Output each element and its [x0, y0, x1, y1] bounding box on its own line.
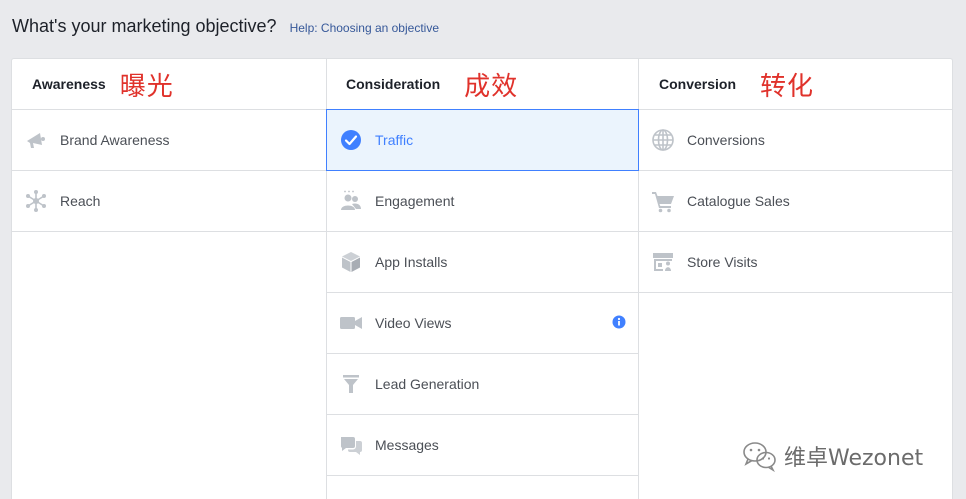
- objective-store-visits[interactable]: Store Visits: [639, 232, 952, 293]
- people-icon: [339, 189, 363, 213]
- objective-label: Lead Generation: [375, 376, 480, 392]
- objective-label: Store Visits: [687, 254, 758, 270]
- column-awareness: Awareness 曝光 Brand Awareness Reach: [12, 59, 326, 499]
- column-conversion: Conversion 转化 Conversions Catalogue Sale…: [639, 59, 952, 499]
- column-header-awareness: Awareness 曝光: [12, 59, 326, 110]
- globe-icon: [651, 128, 675, 152]
- objective-label: Reach: [60, 193, 101, 209]
- objective-label: App Installs: [375, 254, 448, 270]
- objective-label: Traffic: [375, 132, 414, 148]
- column-title: Awareness: [32, 76, 106, 92]
- column-header-conversion: Conversion 转化: [639, 59, 952, 110]
- reach-icon: [24, 189, 48, 213]
- objective-app-installs[interactable]: App Installs: [327, 232, 638, 293]
- objective-label: Catalogue Sales: [687, 193, 790, 209]
- column-title: Conversion: [659, 76, 737, 92]
- cube-icon: [339, 250, 363, 274]
- watermark: 维卓Wezonet: [742, 440, 924, 473]
- objective-messages[interactable]: Messages: [327, 415, 638, 476]
- objective-reach[interactable]: Reach: [12, 171, 326, 232]
- objective-brand-awareness[interactable]: Brand Awareness: [12, 110, 326, 171]
- objective-panel: Awareness 曝光 Brand Awareness Reach Consi…: [11, 58, 953, 499]
- video-camera-icon: [339, 311, 363, 335]
- column-annotation: 成效: [464, 71, 519, 102]
- column-title: Consideration: [346, 76, 441, 92]
- funnel-icon: [339, 372, 363, 396]
- info-icon[interactable]: [612, 315, 626, 329]
- objective-video-views[interactable]: Video Views: [327, 293, 638, 354]
- shopping-cart-icon: [651, 189, 675, 213]
- store-icon: [651, 250, 675, 274]
- column-consideration: Consideration 成效 Traffic Engagement App: [326, 59, 639, 499]
- page-title: What's your marketing objective?: [12, 16, 277, 36]
- watermark-text: 维卓Wezonet: [784, 446, 924, 471]
- header: What's your marketing objective? Help: C…: [12, 16, 439, 37]
- objective-label: Conversions: [687, 132, 765, 148]
- objective-label: Messages: [375, 437, 439, 453]
- check-circle-icon: [339, 128, 363, 152]
- column-header-consideration: Consideration 成效: [327, 59, 638, 110]
- column-annotation: 曝光: [119, 71, 174, 102]
- objective-label: Video Views: [375, 315, 452, 331]
- objective-engagement[interactable]: Engagement: [327, 171, 638, 232]
- megaphone-icon: [24, 128, 48, 152]
- column-annotation: 转化: [760, 71, 815, 102]
- objective-label: Engagement: [375, 193, 455, 209]
- objective-lead-generation[interactable]: Lead Generation: [327, 354, 638, 415]
- wechat-icon: [742, 440, 778, 473]
- objective-catalogue-sales[interactable]: Catalogue Sales: [639, 171, 952, 232]
- objective-traffic[interactable]: Traffic: [326, 109, 639, 171]
- chat-bubbles-icon: [339, 433, 363, 457]
- objective-conversions[interactable]: Conversions: [639, 110, 952, 171]
- objective-label: Brand Awareness: [60, 132, 170, 148]
- help-link[interactable]: Help: Choosing an objective: [290, 21, 439, 35]
